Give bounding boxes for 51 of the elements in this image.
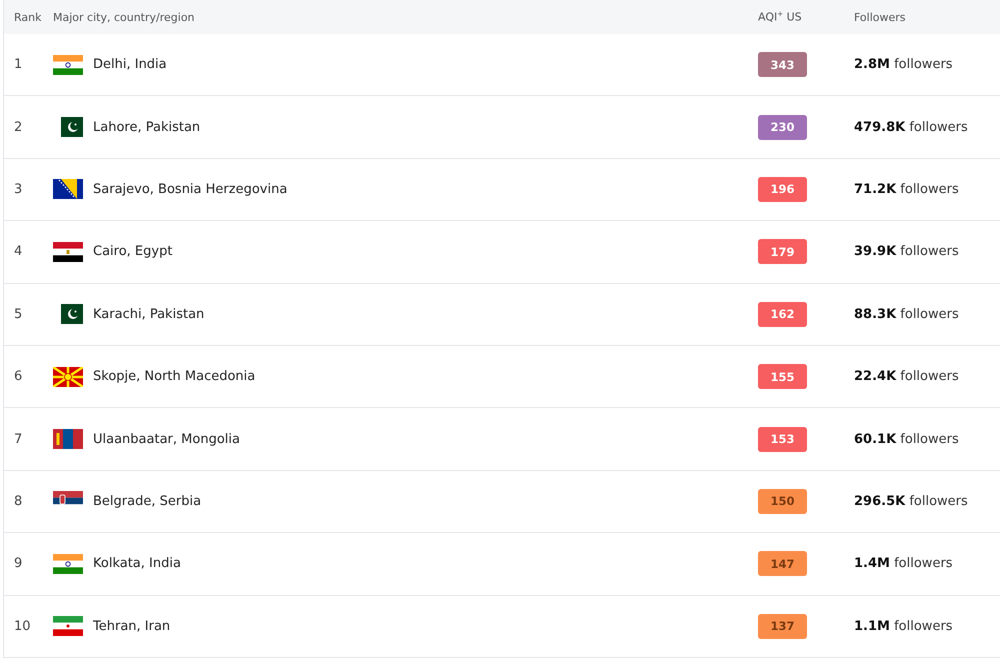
city-name: Kolkata, India	[93, 556, 181, 572]
rank-number: 2	[13, 120, 24, 135]
city-name: Karachi, Pakistan	[93, 306, 204, 322]
rank-number: 4	[13, 244, 24, 260]
followers-count: 39.9K followers	[853, 244, 960, 260]
rank-number: 7	[13, 432, 24, 447]
rank-number: 9	[13, 556, 24, 572]
followers-count: 1.4M followers	[853, 556, 954, 572]
city-name: Ulaanbaatar, Mongolia	[93, 432, 240, 447]
rank-number: 6	[13, 369, 24, 384]
flag-icon	[53, 429, 83, 450]
city-name: Belgrade, Serbia	[93, 494, 202, 509]
aqi-badge: 162	[758, 302, 807, 327]
column-header: Followers	[853, 10, 907, 24]
rank-number: 8	[13, 494, 24, 509]
city-name: Cairo, Egypt	[93, 244, 172, 260]
followers-count: 296.5K followers	[853, 494, 969, 509]
city-name: Delhi, India	[93, 57, 167, 72]
aqi-badge: 196	[758, 176, 807, 202]
flag-icon	[53, 554, 83, 574]
followers-count: 22.4K followers	[853, 369, 960, 384]
rank-number: 5	[13, 306, 24, 322]
flag-icon	[53, 366, 83, 387]
followers-count: 479.8K followers	[853, 120, 969, 135]
aqi-badge: 230	[758, 114, 807, 140]
followers-count: 88.3K followers	[853, 306, 960, 322]
column-header: Rank	[13, 10, 42, 24]
followers-count: 60.1K followers	[853, 432, 960, 447]
flag-icon	[53, 616, 83, 636]
aqi-badge: 179	[758, 239, 807, 264]
column-header: AQI$^{+}$ US	[758, 10, 803, 24]
rank-number: 10	[13, 618, 32, 634]
rank-number: 3	[13, 182, 24, 197]
city-name: Tehran, Iran	[93, 618, 170, 634]
column-header: Major city, country/region	[53, 10, 196, 24]
flag-icon	[53, 242, 83, 262]
followers-count: 2.8M followers	[853, 57, 954, 72]
aqi-badge: 153	[758, 426, 807, 452]
aqi-badge: 147	[758, 551, 807, 576]
aqi-badge: 343	[758, 52, 807, 78]
rank-number: 1	[13, 57, 24, 72]
aqi-badge: 155	[758, 364, 807, 390]
aqi-badge: 137	[758, 614, 807, 639]
city-name: Lahore, Pakistan	[93, 120, 200, 135]
followers-count: 1.1M followers	[853, 618, 954, 634]
flag-icon	[53, 54, 83, 75]
city-name: Skopje, North Macedonia	[93, 369, 256, 384]
followers-count: 71.2K followers	[853, 182, 960, 197]
city-name: Sarajevo, Bosnia Herzegovina	[93, 182, 288, 197]
flag-icon	[53, 179, 83, 200]
aqi-badge: 150	[758, 488, 807, 514]
